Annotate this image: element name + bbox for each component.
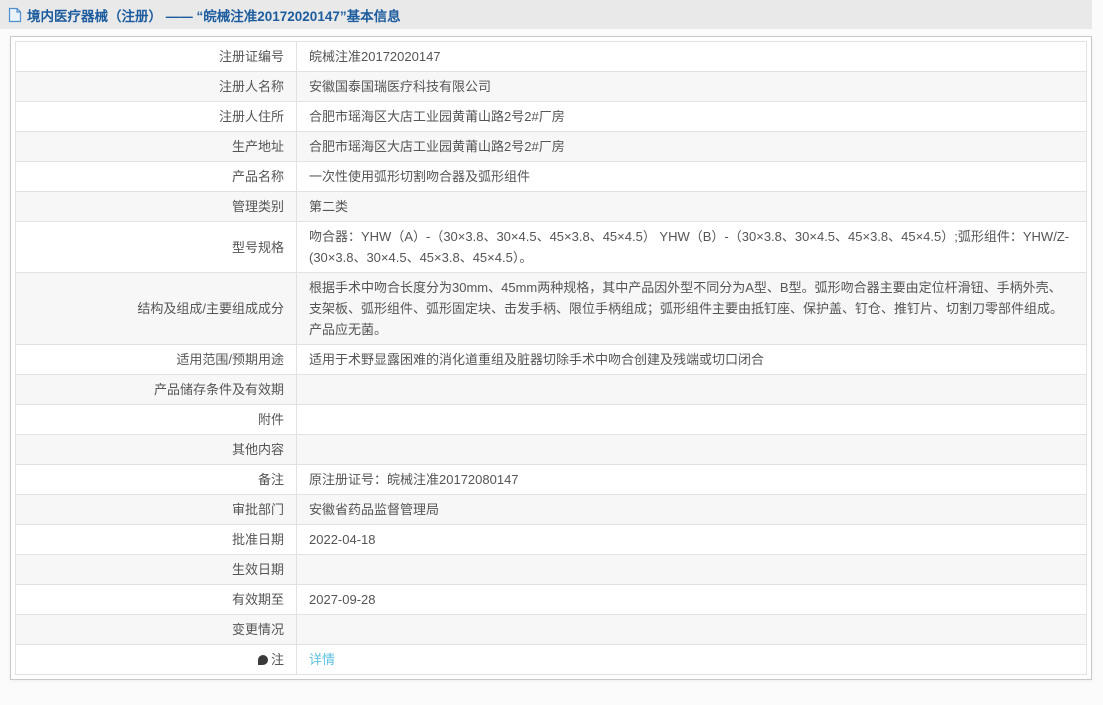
row-label-text: 生产地址	[232, 139, 284, 154]
row-label: 备注	[16, 465, 297, 495]
row-value: 原注册证号：皖械注准20172080147	[297, 465, 1087, 495]
table-row: 适用范围/预期用途 适用于术野显露困难的消化道重组及脏器切除手术中吻合创建及残端或…	[16, 345, 1087, 375]
row-value-text: 一次性使用弧形切割吻合器及弧形组件	[309, 169, 530, 184]
row-label-text: 型号规格	[232, 240, 284, 255]
row-value-text: 根据手术中吻合长度分为30mm、45mm两种规格，其中产品因外型不同分为A型、B…	[309, 280, 1063, 337]
page-title: 境内医疗器械（注册） —— “皖械注准20172020147”基本信息	[27, 5, 401, 25]
row-label: 注册证编号	[16, 42, 297, 72]
row-value-text: 安徽国泰国瑞医疗科技有限公司	[309, 79, 491, 94]
row-label-text: 生效日期	[232, 562, 284, 577]
row-value: 安徽省药品监督管理局	[297, 495, 1087, 525]
table-row: 生产地址 合肥市瑶海区大店工业园黄莆山路2号2#厂房	[16, 132, 1087, 162]
row-label-text: 变更情况	[232, 622, 284, 637]
table-row: 注 详情	[16, 645, 1087, 675]
row-value-text: 合肥市瑶海区大店工业园黄莆山路2号2#厂房	[309, 139, 565, 154]
row-label: 附件	[16, 405, 297, 435]
row-label: 变更情况	[16, 615, 297, 645]
note-balloon-icon	[258, 655, 268, 665]
table-row: 型号规格 吻合器：YHW（A）-（30×3.8、30×4.5、45×3.8、45×…	[16, 222, 1087, 273]
row-label: 注册人名称	[16, 72, 297, 102]
row-value-text: 2022-04-18	[309, 532, 376, 547]
row-value	[297, 405, 1087, 435]
content-panel: 注册证编号皖械注准20172020147注册人名称安徽国泰国瑞医疗科技有限公司注…	[10, 36, 1092, 680]
row-value	[297, 435, 1087, 465]
row-value-text: 合肥市瑶海区大店工业园黄莆山路2号2#厂房	[309, 109, 565, 124]
page-header: 境内医疗器械（注册） —— “皖械注准20172020147”基本信息	[0, 0, 1092, 29]
row-value	[297, 375, 1087, 405]
row-label: 有效期至	[16, 585, 297, 615]
table-row: 其他内容	[16, 435, 1087, 465]
row-label-text: 审批部门	[232, 502, 284, 517]
row-label-text: 产品名称	[232, 169, 284, 184]
row-label-text: 适用范围/预期用途	[176, 352, 284, 367]
table-row: 附件	[16, 405, 1087, 435]
row-value: 适用于术野显露困难的消化道重组及脏器切除手术中吻合创建及残端或切口闭合	[297, 345, 1087, 375]
row-label: 其他内容	[16, 435, 297, 465]
row-label: 生产地址	[16, 132, 297, 162]
table-row: 批准日期 2022-04-18	[16, 525, 1087, 555]
row-label: 适用范围/预期用途	[16, 345, 297, 375]
row-label: 注册人住所	[16, 102, 297, 132]
row-value: 详情	[297, 645, 1087, 675]
registration-info-table: 注册证编号皖械注准20172020147注册人名称安徽国泰国瑞医疗科技有限公司注…	[15, 41, 1087, 675]
row-label: 注	[16, 645, 297, 675]
row-label-text: 管理类别	[232, 199, 284, 214]
row-value	[297, 615, 1087, 645]
row-label: 生效日期	[16, 555, 297, 585]
row-value: 一次性使用弧形切割吻合器及弧形组件	[297, 162, 1087, 192]
table-row: 有效期至 2027-09-28	[16, 585, 1087, 615]
row-value	[297, 555, 1087, 585]
document-icon	[8, 7, 22, 23]
row-label: 批准日期	[16, 525, 297, 555]
table-row: 注册人名称 安徽国泰国瑞医疗科技有限公司	[16, 72, 1087, 102]
info-table-body: 注册证编号皖械注准20172020147注册人名称安徽国泰国瑞医疗科技有限公司注…	[16, 42, 1087, 675]
row-value: 吻合器：YHW（A）-（30×3.8、30×4.5、45×3.8、45×4.5）…	[297, 222, 1087, 273]
row-value: 根据手术中吻合长度分为30mm、45mm两种规格，其中产品因外型不同分为A型、B…	[297, 273, 1087, 345]
table-row: 结构及组成/主要组成成分 根据手术中吻合长度分为30mm、45mm两种规格，其中产…	[16, 273, 1087, 345]
row-value: 皖械注准20172020147	[297, 42, 1087, 72]
table-row: 注册证编号 皖械注准20172020147	[16, 42, 1087, 72]
row-label: 管理类别	[16, 192, 297, 222]
table-row: 产品储存条件及有效期	[16, 375, 1087, 405]
row-value: 合肥市瑶海区大店工业园黄莆山路2号2#厂房	[297, 132, 1087, 162]
row-value-text: 吻合器：YHW（A）-（30×3.8、30×4.5、45×3.8、45×4.5）…	[309, 229, 1069, 265]
row-value-text: 原注册证号：皖械注准20172080147	[309, 472, 519, 487]
table-row: 注册人住所 合肥市瑶海区大店工业园黄莆山路2号2#厂房	[16, 102, 1087, 132]
table-row: 备注 原注册证号：皖械注准20172080147	[16, 465, 1087, 495]
details-link[interactable]: 详情	[309, 652, 335, 667]
row-value: 第二类	[297, 192, 1087, 222]
row-value-text: 适用于术野显露困难的消化道重组及脏器切除手术中吻合创建及残端或切口闭合	[309, 352, 764, 367]
table-row: 变更情况	[16, 615, 1087, 645]
row-label-text: 注册人住所	[219, 109, 284, 124]
row-value-text: 安徽省药品监督管理局	[309, 502, 439, 517]
row-value: 2027-09-28	[297, 585, 1087, 615]
row-label: 产品名称	[16, 162, 297, 192]
table-row: 产品名称 一次性使用弧形切割吻合器及弧形组件	[16, 162, 1087, 192]
row-label-text: 注册人名称	[219, 79, 284, 94]
row-label-text: 有效期至	[232, 592, 284, 607]
row-label-text: 产品储存条件及有效期	[154, 382, 284, 397]
row-label-text: 批准日期	[232, 532, 284, 547]
row-label-text: 注	[271, 652, 284, 667]
row-label-text: 备注	[258, 472, 284, 487]
row-value: 2022-04-18	[297, 525, 1087, 555]
row-label-text: 结构及组成/主要组成成分	[137, 301, 284, 316]
table-row: 生效日期	[16, 555, 1087, 585]
row-label-text: 其他内容	[232, 442, 284, 457]
row-label: 产品储存条件及有效期	[16, 375, 297, 405]
row-value: 合肥市瑶海区大店工业园黄莆山路2号2#厂房	[297, 102, 1087, 132]
row-value: 安徽国泰国瑞医疗科技有限公司	[297, 72, 1087, 102]
row-label-text: 附件	[258, 412, 284, 427]
row-value-text: 皖械注准20172020147	[309, 49, 441, 64]
row-value-text: 第二类	[309, 199, 348, 214]
row-label-text: 注册证编号	[219, 49, 284, 64]
table-row: 审批部门 安徽省药品监督管理局	[16, 495, 1087, 525]
table-row: 管理类别 第二类	[16, 192, 1087, 222]
row-value-text: 2027-09-28	[309, 592, 376, 607]
row-label: 型号规格	[16, 222, 297, 273]
row-label: 审批部门	[16, 495, 297, 525]
row-label: 结构及组成/主要组成成分	[16, 273, 297, 345]
